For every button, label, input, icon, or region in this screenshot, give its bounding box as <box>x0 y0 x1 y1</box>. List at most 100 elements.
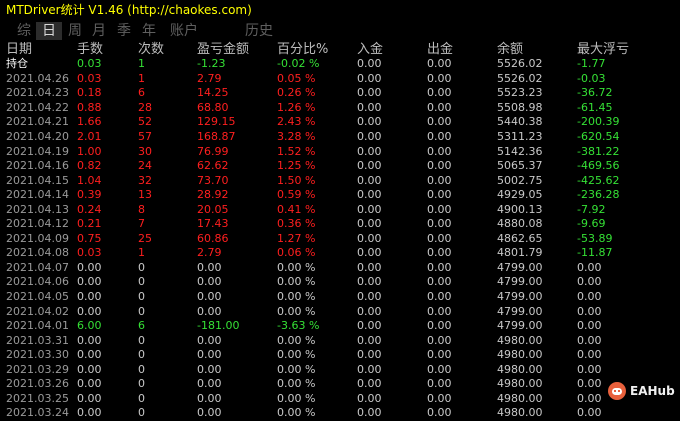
tab-month[interactable]: 月 <box>92 22 106 40</box>
cell-date: 2021.04.14 <box>6 188 69 202</box>
cell-max-drawdown: -200.39 <box>577 115 620 129</box>
cell-profit: 0.00 <box>197 260 222 274</box>
table-row[interactable]: 2021.04.12 0.21 7 17.43 0.36 % 0.00 0.00 4880.0… <box>0 216 680 231</box>
cell-withdrawal: 0.00 <box>427 377 452 391</box>
cell-deposit: 0.00 <box>357 348 382 362</box>
cell-trades: 1 <box>138 71 145 85</box>
cell-trades: 30 <box>138 144 152 158</box>
cell-balance: 5002.75 <box>497 173 543 187</box>
cell-lots: 0.00 <box>77 406 102 420</box>
cell-trades: 0 <box>138 333 145 347</box>
cell-max-drawdown: 0.00 <box>577 406 602 420</box>
cell-percent: 0.00 % <box>277 362 316 376</box>
cell-lots: 0.00 <box>77 260 102 274</box>
cell-trades: 32 <box>138 173 152 187</box>
cell-trades: 0 <box>138 290 145 303</box>
cell-profit: 76.99 <box>197 144 229 158</box>
cell-percent: 0.59 % <box>277 188 316 202</box>
table-row[interactable]: 2021.04.23 0.18 6 14.25 0.26 % 0.00 0.00 5523.2… <box>0 85 680 100</box>
table-row[interactable]: 2021.04.22 0.88 28 68.80 1.26 % 0.00 0.00 5508.… <box>0 100 680 115</box>
cell-lots: 0.00 <box>77 333 102 347</box>
cell-withdrawal: 0.00 <box>427 260 452 274</box>
tab-week[interactable]: 周 <box>68 22 82 40</box>
cell-percent: 2.43 % <box>277 115 316 129</box>
cell-max-drawdown: -620.54 <box>577 129 620 143</box>
cell-trades: 0 <box>138 275 145 289</box>
cell-max-drawdown: -425.62 <box>577 173 620 187</box>
cell-trades: 57 <box>138 129 152 143</box>
cell-lots: 0.03 <box>77 246 102 260</box>
table-row[interactable]: 2021.04.19 1.00 30 76.99 1.52 % 0.00 0.00 5142.… <box>0 144 680 159</box>
eahub-watermark: EAHub <box>608 381 675 401</box>
tab-quarter[interactable]: 季 <box>117 22 131 40</box>
cell-deposit: 0.00 <box>357 115 382 129</box>
cell-max-drawdown: -0.03 <box>577 71 606 85</box>
cell-withdrawal: 0.00 <box>427 406 452 420</box>
table-row[interactable]: 2021.04.14 0.39 13 28.92 0.59 % 0.00 0.00 4929.… <box>0 187 680 202</box>
cell-balance: 5523.23 <box>497 86 543 100</box>
table-row[interactable]: 2021.04.08 0.03 1 2.79 0.06 % 0.00 0.00 4801.79… <box>0 245 680 260</box>
tab-account[interactable]: 账户 <box>170 22 198 40</box>
tab-year[interactable]: 年 <box>142 22 156 40</box>
cell-percent: 0.06 % <box>277 246 316 260</box>
cell-deposit: 0.00 <box>357 71 382 85</box>
cell-lots: 0.03 <box>77 71 102 85</box>
table-row[interactable]: 2021.03.31 0.00 0 0.00 0.00 % 0.00 0.00 4980.00… <box>0 333 680 348</box>
cell-balance: 4801.79 <box>497 246 543 260</box>
cell-withdrawal: 0.00 <box>427 246 452 260</box>
cell-profit: 168.87 <box>197 129 236 143</box>
tab-summary[interactable]: 综 <box>17 22 31 40</box>
cell-max-drawdown: 0.00 <box>577 304 602 318</box>
cell-trades: 1 <box>138 246 145 260</box>
table-row[interactable]: 2021.04.06 0.00 0 0.00 0.00 % 0.00 0.00 4799.00… <box>0 274 680 289</box>
cell-max-drawdown: -381.22 <box>577 144 620 158</box>
table-row[interactable]: 2021.04.13 0.24 8 20.05 0.41 % 0.00 0.00 4900.1… <box>0 202 680 217</box>
cell-trades: 28 <box>138 100 152 114</box>
cell-percent: -3.63 % <box>277 319 320 333</box>
cell-lots: 0.24 <box>77 202 102 216</box>
table-row[interactable]: 2021.03.29 0.00 0 0.00 0.00 % 0.00 0.00 4980.00… <box>0 362 680 377</box>
cell-percent: 0.00 % <box>277 391 316 405</box>
table-row[interactable]: 2021.04.02 0.00 0 0.00 0.00 % 0.00 0.00 4799.00… <box>0 304 680 319</box>
table-row[interactable]: 2021.04.26 0.03 1 2.79 0.05 % 0.00 0.00 5526.02… <box>0 71 680 86</box>
table-row-open-positions[interactable]: 持仓 0.03 1 -1.23 -0.02 % 0.00 0.00 5526.02 -1.77 <box>0 56 680 71</box>
table-row[interactable]: 2021.04.20 2.01 57 168.87 3.28 % 0.00 0.00 5311… <box>0 129 680 144</box>
cell-balance: 4980.00 <box>497 362 543 376</box>
cell-trades: 7 <box>138 217 145 231</box>
cell-max-drawdown: 0.00 <box>577 377 602 391</box>
cell-withdrawal: 0.00 <box>427 319 452 333</box>
cell-profit: 17.43 <box>197 217 229 231</box>
table-row[interactable]: 2021.04.07 0.00 0 0.00 0.00 % 0.00 0.00 4799.00… <box>0 260 680 275</box>
cell-max-drawdown: 0.00 <box>577 290 602 303</box>
table-row[interactable]: 2021.04.09 0.75 25 60.86 1.27 % 0.00 0.00 4862.… <box>0 231 680 246</box>
cell-deposit: 0.00 <box>357 188 382 202</box>
cell-date: 2021.04.16 <box>6 159 69 173</box>
cell-trades: 25 <box>138 231 152 245</box>
cell-lots: 0.00 <box>77 377 102 391</box>
table-row[interactable]: 2021.04.05 0.00 0 0.00 0.00 % 0.00 0.00 4799.00… <box>0 289 680 304</box>
table-row[interactable]: 2021.03.30 0.00 0 0.00 0.00 % 0.00 0.00 4980.00… <box>0 347 680 362</box>
cell-percent: 0.00 % <box>277 260 316 274</box>
cell-withdrawal: 0.00 <box>427 202 452 216</box>
cell-date: 2021.04.23 <box>6 86 69 100</box>
table-row[interactable]: 2021.03.26 0.00 0 0.00 0.00 % 0.00 0.00 4980.00… <box>0 376 680 391</box>
cell-deposit: 0.00 <box>357 290 382 303</box>
table-row[interactable]: 2021.04.15 1.04 32 73.70 1.50 % 0.00 0.00 5002.… <box>0 173 680 188</box>
cell-date: 2021.03.30 <box>6 348 69 362</box>
tab-history[interactable]: 历史 <box>245 22 273 40</box>
tab-day[interactable]: 日 <box>36 22 62 40</box>
cell-percent: 0.00 % <box>277 348 316 362</box>
cell-max-drawdown: -236.28 <box>577 188 620 202</box>
table-row[interactable]: 2021.04.21 1.66 52 129.15 2.43 % 0.00 0.00 5440… <box>0 114 680 129</box>
table-row[interactable]: 2021.04.16 0.82 24 62.62 1.25 % 0.00 0.00 5065.… <box>0 158 680 173</box>
table-row[interactable]: 2021.03.25 0.00 0 0.00 0.00 % 0.00 0.00 4980.00… <box>0 391 680 406</box>
table-row[interactable]: 2021.04.01 6.00 6 -181.00 -3.63 % 0.00 0.00 479… <box>0 318 680 333</box>
cell-deposit: 0.00 <box>357 362 382 376</box>
cell-deposit: 0.00 <box>357 159 382 173</box>
cell-deposit: 0.00 <box>357 246 382 260</box>
cell-profit: 2.79 <box>197 246 222 260</box>
cell-lots: 1.00 <box>77 144 102 158</box>
table-row[interactable]: 2021.03.24 0.00 0 0.00 0.00 % 0.00 0.00 4980.00… <box>0 405 680 420</box>
cell-balance: 5142.36 <box>497 144 543 158</box>
cell-trades: 1 <box>138 57 145 71</box>
